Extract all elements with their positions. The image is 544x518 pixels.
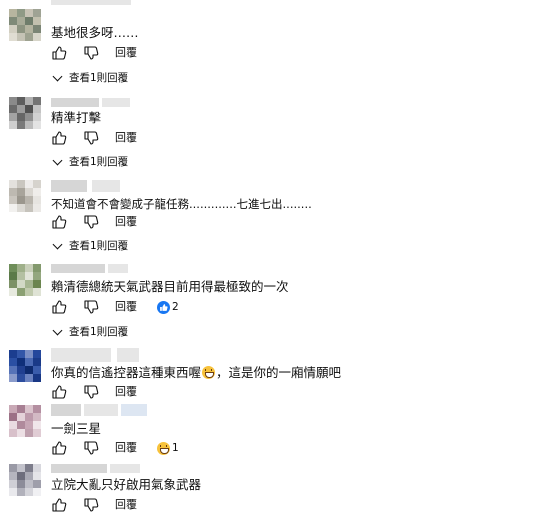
author-name[interactable] (51, 404, 81, 416)
dislike-button[interactable] (83, 384, 99, 400)
comment-actions: 回覆 (50, 497, 350, 515)
comment-actions: 回覆 1 (50, 440, 350, 458)
like-button[interactable] (51, 497, 67, 513)
comment-text-part-2: ，這是你的一廂情願吧 (216, 365, 342, 380)
author-name[interactable] (51, 98, 99, 107)
view-replies-label: 查看1則回覆 (69, 240, 129, 252)
avatar[interactable] (9, 405, 41, 437)
author-name-blur (102, 98, 130, 107)
thumbs-down-icon (84, 498, 99, 512)
avatar[interactable] (9, 464, 41, 496)
comment-text: 一劍三星 (51, 421, 102, 436)
thumbs-up-icon (52, 441, 67, 455)
chevron-down-icon (52, 71, 63, 82)
view-replies-button[interactable]: 查看1則回覆 (52, 155, 128, 169)
reply-button[interactable]: 回覆 (115, 441, 137, 455)
like-icon (157, 300, 170, 314)
avatar[interactable] (9, 350, 41, 382)
comment-text-part-1: 你真的信遙控器這種東西喔 (51, 365, 202, 380)
view-replies-label: 查看1則回覆 (69, 326, 129, 338)
chevron-down-icon (52, 239, 63, 250)
like-button[interactable] (51, 440, 67, 456)
thumbs-up-icon (52, 215, 67, 229)
reply-button[interactable]: 回覆 (115, 385, 137, 399)
view-replies-label: 查看1則回覆 (69, 72, 129, 84)
chevron-down-icon (52, 325, 63, 336)
view-replies-button[interactable]: 查看1則回覆 (52, 71, 128, 85)
author-name[interactable] (51, 180, 87, 192)
avatar[interactable] (9, 9, 41, 41)
avatar[interactable] (9, 264, 41, 296)
author-name-blur (110, 464, 140, 473)
avatar[interactable] (9, 97, 41, 129)
reaction-summary[interactable]: 2 (157, 300, 179, 314)
reply-button[interactable]: 回覆 (115, 131, 137, 145)
thumbs-up-icon (52, 498, 67, 512)
author-name[interactable] (51, 0, 131, 5)
author-name-blur (108, 264, 128, 273)
like-button[interactable] (51, 130, 67, 146)
reaction-count: 2 (172, 301, 179, 313)
reply-button[interactable]: 回覆 (115, 215, 137, 229)
like-button[interactable] (51, 214, 67, 230)
comment-text: 精準打擊 (51, 110, 102, 125)
thumbs-down-icon (84, 385, 99, 399)
like-button[interactable] (51, 384, 67, 400)
thumbs-up-icon (52, 300, 67, 314)
like-button[interactable] (51, 45, 67, 61)
author-badge-blur (121, 404, 147, 416)
thumbs-down-icon (84, 300, 99, 314)
thumbs-down-icon (84, 131, 99, 145)
comment-text: 不知道會不會變成子龍任務.............七進七出........ (51, 197, 312, 211)
dislike-button[interactable] (83, 214, 99, 230)
author-name[interactable] (51, 264, 105, 273)
thumbs-down-icon (84, 215, 99, 229)
comment-actions: 回覆 (50, 45, 350, 63)
view-replies-label: 查看1則回覆 (69, 156, 129, 168)
dislike-button[interactable] (83, 299, 99, 315)
dislike-button[interactable] (83, 440, 99, 456)
thumbs-up-icon (52, 46, 67, 60)
dislike-button[interactable] (83, 130, 99, 146)
thumbs-up-icon (52, 131, 67, 145)
comment-actions: 回覆 (50, 214, 350, 232)
reply-button[interactable]: 回覆 (115, 498, 137, 512)
author-name[interactable] (51, 348, 111, 362)
like-button[interactable] (51, 299, 67, 315)
reply-button[interactable]: 回覆 (115, 300, 137, 314)
reaction-summary[interactable]: 1 (157, 441, 179, 455)
comment-text: 立院大亂只好啟用氣象武器 (51, 477, 202, 492)
reaction-count: 1 (172, 442, 179, 454)
view-replies-button[interactable]: 查看1則回覆 (52, 325, 128, 339)
comment-text: 基地很多呀…… (51, 25, 139, 40)
comment-actions: 回覆 (50, 130, 350, 148)
comment-actions: 回覆 (50, 384, 350, 402)
comment-text: 賴清德總統天氣武器目前用得最極致的一次 (51, 279, 289, 294)
view-replies-button[interactable]: 查看1則回覆 (52, 239, 128, 253)
thumbs-down-icon (84, 441, 99, 455)
laughing-face-icon (157, 441, 170, 455)
chevron-down-icon (52, 155, 63, 166)
avatar[interactable] (9, 180, 41, 212)
dislike-button[interactable] (83, 45, 99, 61)
author-name-blur (117, 348, 139, 362)
comment-actions: 回覆 2 (50, 299, 350, 317)
comment-text: 你真的信遙控器這種東西喔 ，這是你的一廂情願吧 (51, 365, 341, 381)
author-name-blur (84, 404, 118, 416)
dislike-button[interactable] (83, 497, 99, 513)
author-name[interactable] (51, 464, 107, 473)
thumbs-up-icon (52, 385, 67, 399)
thumbs-down-icon (84, 46, 99, 60)
author-name-blur (92, 180, 120, 192)
reply-button[interactable]: 回覆 (115, 46, 137, 60)
grinning-face-icon (202, 366, 216, 379)
